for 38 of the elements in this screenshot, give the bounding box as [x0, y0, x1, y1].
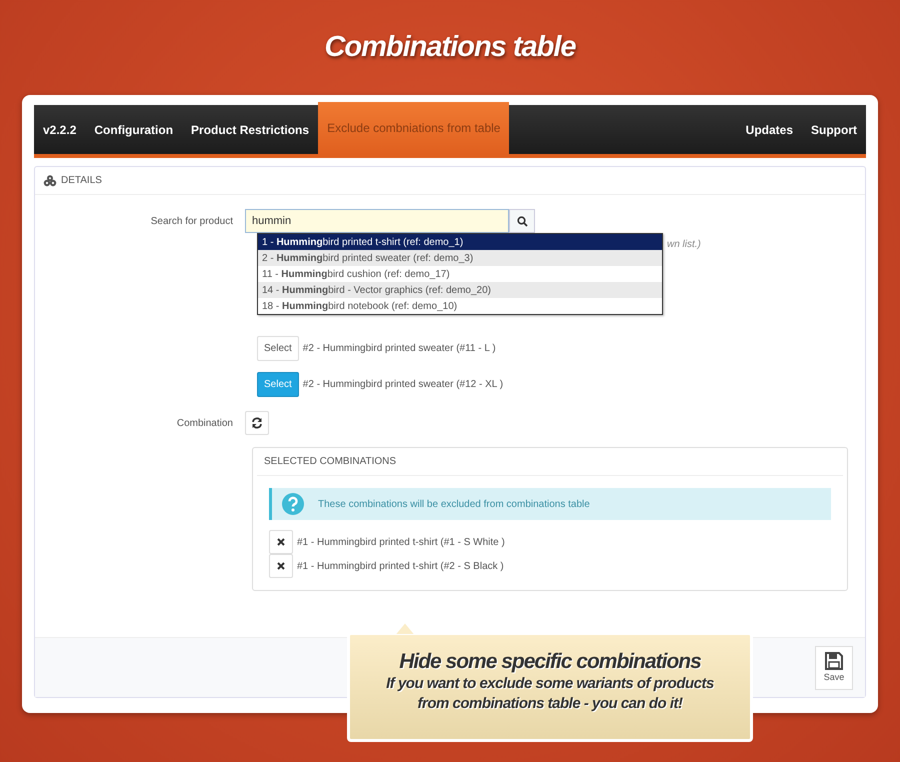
save-icon	[824, 650, 844, 671]
combination-text: #1 - Hummingbird printed t-shirt (#2 - S Black )	[297, 560, 504, 574]
suggestion-item[interactable]: 18 - Hummingbird notebook (ref: demo_10)	[258, 298, 662, 314]
search-field[interactable]: hummin	[245, 209, 509, 233]
field-label: Combination	[176, 416, 234, 430]
suggestion-item[interactable]: 2 - Hummingbird printed sweater (ref: demo_3)	[258, 250, 662, 266]
select-button[interactable]: Select	[257, 336, 299, 361]
product-text: #2 - Hummingbird printed sweater (#12 - XL )	[302, 378, 504, 392]
combination-text: #1 - Hummingbird printed t-shirt (#1 - S White )	[297, 536, 505, 550]
info-text: These combinations will be excluded from combinations table	[318, 498, 590, 512]
search-icon	[516, 216, 528, 226]
hint-text: wn list.)	[667, 238, 701, 252]
refresh-button[interactable]	[245, 411, 269, 435]
cogs-icon	[43, 174, 57, 186]
field-label: Search for product	[150, 214, 234, 228]
remove-button[interactable]	[269, 554, 293, 578]
search-button[interactable]	[509, 209, 535, 233]
refresh-icon	[251, 417, 263, 429]
nav-tab[interactable]: v2.2.2	[34, 105, 86, 154]
callout-text: from combinations table - you can do it!	[416, 694, 684, 714]
callout-title: Hide some specific combinations	[398, 649, 702, 674]
suggestion-item[interactable]: 11 - Hummingbird cushion (ref: demo_17)	[258, 266, 662, 282]
suggestion-item[interactable]: 14 - Hummingbird - Vector graphics (ref: demo_20)	[258, 282, 662, 298]
product-text: #2 - Hummingbird printed sweater (#11 - L )	[302, 342, 496, 356]
banner-title: Combinations table	[323, 30, 577, 65]
help-icon	[282, 493, 304, 515]
nav-tab[interactable]: Product Restrictions	[182, 105, 318, 154]
close-icon	[277, 562, 285, 570]
panel-title: SELECTED COMBINATIONS	[257, 448, 843, 476]
nav-tab[interactable]: Support	[802, 105, 866, 154]
callout-text: If you want to exclude some wariants of products	[385, 674, 715, 694]
panel-title: DETAILS	[61, 174, 102, 188]
suggestion-item[interactable]: 1 - Hummingbird printed t-shirt (ref: demo_1)	[258, 234, 662, 250]
nav-tab[interactable]: Configuration	[85, 105, 182, 154]
nav-tab[interactable]: Updates	[736, 105, 802, 154]
remove-button[interactable]	[269, 530, 293, 554]
close-icon	[277, 538, 285, 546]
save-button[interactable]: Save	[815, 646, 853, 690]
